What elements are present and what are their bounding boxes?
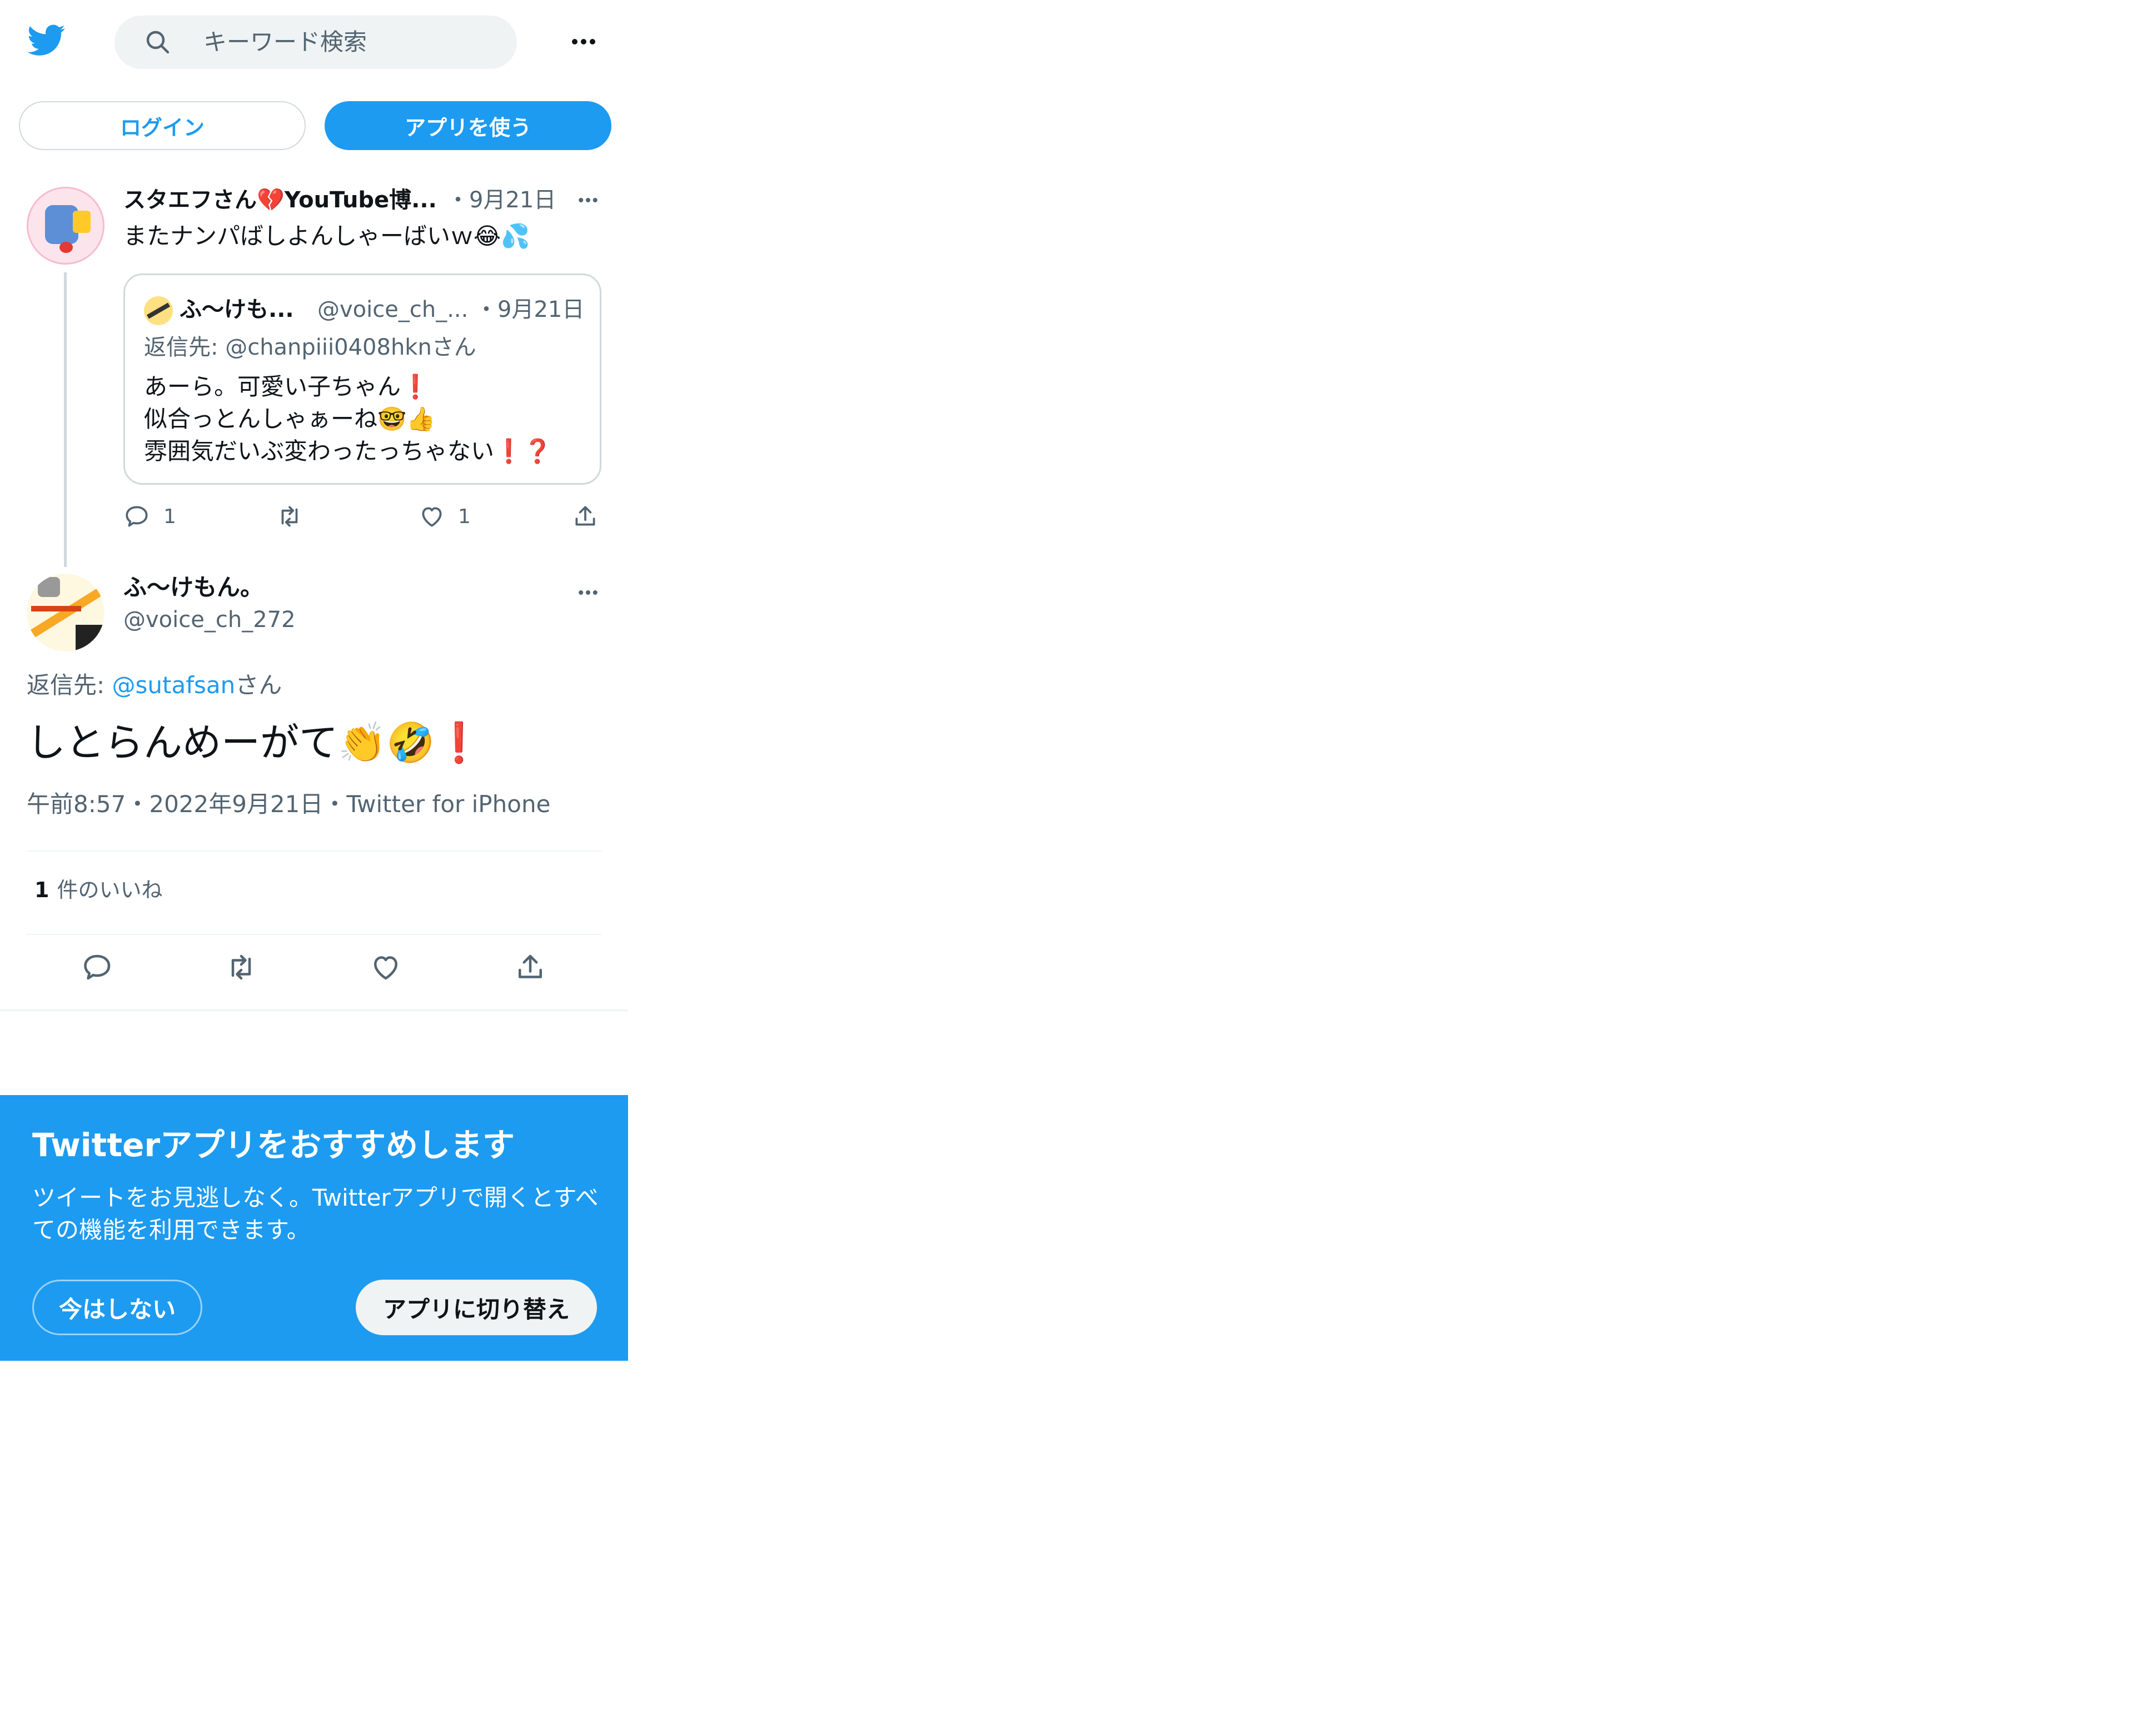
quoted-reply-to: 返信先: @chanpiii0408hknさん	[144, 333, 476, 362]
share-action[interactable]	[571, 503, 599, 530]
switch-to-app-label: アプリに切り替え	[382, 1295, 570, 1323]
banner-body: ツイートをお見逃しなく。Twitterアプリで開くとすべての機能を利用できます。	[32, 1184, 599, 1243]
avatar	[144, 296, 173, 325]
reply-count: 1	[163, 505, 176, 528]
divider	[0, 1009, 628, 1011]
reply-to: 返信先: @sutafsanさん	[27, 670, 282, 700]
quoted-handle: @voice_ch_...	[317, 297, 469, 322]
reply-prefix: 返信先:	[27, 671, 112, 699]
retweet-button[interactable]	[225, 951, 258, 984]
like-button[interactable]	[369, 951, 402, 984]
quoted-line: あーら。可愛い子ちゃん❗	[144, 373, 430, 400]
retweet-icon	[225, 951, 258, 984]
tweet-meta: 午前8:57・2022年9月21日・Twitter for iPhone	[27, 789, 550, 819]
tweet-text: またナンパばしよんしゃーばいｗ😂💦	[123, 222, 530, 250]
use-app-button-label: アプリを使う	[404, 115, 531, 140]
share-button[interactable]	[514, 951, 547, 984]
avatar[interactable]	[27, 187, 104, 265]
not-now-button[interactable]: 今はしない	[32, 1280, 202, 1335]
app-promo-banner: Twitterアプリをおすすめします ツイートをお見逃しなく。Twitterアプ…	[0, 1095, 628, 1361]
tweet-date[interactable]: 2022年9月21日	[149, 790, 323, 818]
reply-suffix: さん	[235, 671, 282, 699]
parent-tweet[interactable]: スタエフさん💔YouTube博... ・9月21日 またナンパばしよんしゃーばい…	[0, 178, 628, 567]
quoted-line: 雰囲気だいぶ変わったっちゃない❗❓	[144, 437, 552, 465]
quoted-text: あーら。可愛い子ちゃん❗ 似合っとんしゃぁーね🤓👍 雰囲気だいぶ変わったっちゃな…	[144, 371, 552, 467]
banner-title: Twitterアプリをおすすめします	[32, 1126, 515, 1164]
tweet-text: しとらんめーがて👏🤣❗	[27, 720, 484, 765]
meta-separator: ・	[323, 790, 347, 818]
handle[interactable]: @voice_ch_272	[123, 605, 296, 635]
reply-icon	[123, 503, 151, 530]
twitter-bird-icon[interactable]	[26, 21, 68, 59]
display-name[interactable]: ふ〜けもん。	[123, 573, 263, 603]
reply-icon	[81, 951, 114, 984]
display-name[interactable]: スタエフさん💔YouTube博...	[123, 186, 437, 215]
retweet-action[interactable]	[276, 503, 303, 530]
avatar[interactable]	[27, 574, 104, 651]
reply-suffix: さん	[431, 335, 476, 360]
quoted-line: 似合っとんしゃぁーね🤓👍	[144, 405, 436, 432]
heart-icon	[369, 951, 402, 984]
share-icon	[514, 951, 547, 984]
heart-icon	[418, 503, 446, 530]
share-icon	[571, 503, 599, 530]
reply-prefix: 返信先:	[144, 335, 226, 360]
divider	[27, 934, 601, 935]
reply-handle: @chanpiii0408hkn	[225, 335, 432, 360]
quoted-tweet[interactable]: ふ〜けも... @voice_ch_... ・9月21日 返信先: @chanp…	[123, 273, 601, 485]
main-tweet: ふ〜けもん。 @voice_ch_272 返信先: @sutafsanさん しと…	[0, 567, 628, 1012]
quoted-display-name: ふ〜けも...	[180, 297, 294, 322]
not-now-label: 今はしない	[58, 1295, 176, 1323]
login-button[interactable]: ログイン	[19, 101, 306, 150]
thread-line	[64, 272, 67, 567]
search-bar[interactable]: キーワード検索	[114, 16, 517, 69]
use-app-button[interactable]: アプリを使う	[325, 101, 611, 150]
tweet-more-icon[interactable]	[575, 196, 601, 205]
meta-separator: ・	[126, 790, 150, 818]
tweet-date[interactable]: ・9月21日	[447, 186, 556, 215]
tweet-more-icon[interactable]	[575, 588, 601, 597]
divider	[27, 850, 601, 852]
reply-action[interactable]: 1	[123, 503, 176, 530]
tweet-source[interactable]: Twitter for iPhone	[346, 790, 550, 818]
more-horizontal-icon[interactable]	[567, 33, 600, 50]
search-placeholder: キーワード検索	[203, 28, 367, 56]
tweet-time[interactable]: 午前8:57	[27, 790, 126, 818]
reply-button[interactable]	[81, 951, 114, 984]
quoted-date: ・9月21日	[475, 297, 585, 322]
likes-summary[interactable]: 1 件のいいね	[34, 876, 162, 904]
page-column: キーワード検索 ログイン アプリを使う スタエフさん💔YouTube博... ・…	[0, 0, 628, 1736]
likes-label: 件のいいね	[57, 878, 163, 902]
retweet-icon	[276, 503, 303, 530]
switch-to-app-button[interactable]: アプリに切り替え	[356, 1280, 597, 1335]
like-count: 1	[458, 505, 471, 528]
likes-number: 1	[34, 878, 49, 902]
search-icon	[145, 29, 171, 56]
reply-handle-link[interactable]: @sutafsan	[112, 671, 236, 699]
login-button-label: ログイン	[120, 115, 205, 140]
like-action[interactable]: 1	[418, 503, 471, 530]
